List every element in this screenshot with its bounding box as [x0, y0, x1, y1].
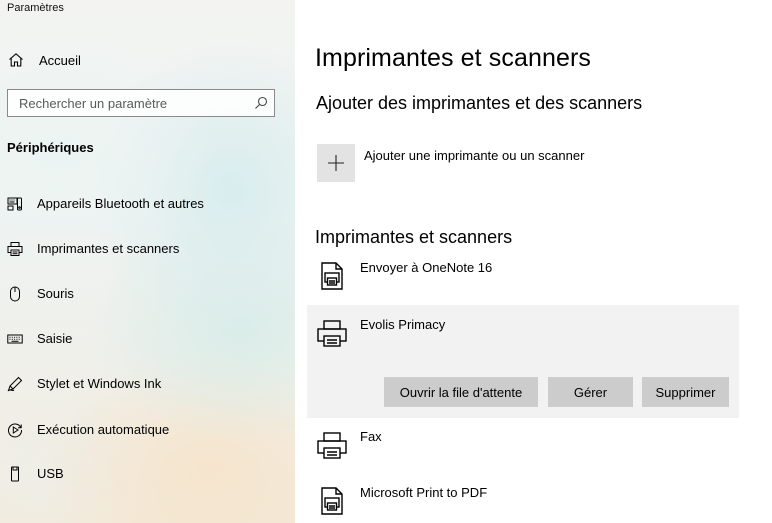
printer-item-pdf[interactable]: Microsoft Print to PDF: [307, 485, 739, 521]
add-tile[interactable]: [317, 144, 355, 182]
autoplay-icon: [7, 422, 23, 438]
printers-list-title: Imprimantes et scanners: [315, 227, 512, 248]
bluetooth-devices-icon: [7, 196, 23, 212]
manage-button[interactable]: Gérer: [548, 377, 633, 407]
page-title: Imprimantes et scanners: [315, 44, 591, 73]
printer-name: Evolis Primacy: [360, 317, 445, 332]
search-icon[interactable]: [254, 96, 268, 110]
home-nav-item[interactable]: Accueil: [0, 48, 295, 74]
home-icon: [8, 52, 24, 68]
sidebar-item-printers[interactable]: Imprimantes et scanners: [0, 234, 295, 264]
add-printer-button[interactable]: Ajouter une imprimante ou un scanner: [317, 144, 647, 182]
plus-icon: [327, 154, 345, 172]
open-queue-button[interactable]: Ouvrir la file d'attente: [384, 377, 538, 407]
home-label: Accueil: [39, 53, 81, 68]
add-printer-label: Ajouter une imprimante ou un scanner: [364, 148, 584, 163]
printer-item-evolis[interactable]: Evolis Primacy Ouvrir la file d'attente …: [307, 305, 739, 418]
printer-name: Envoyer à OneNote 16: [360, 260, 492, 275]
mouse-icon: [7, 286, 23, 302]
keyboard-icon: [7, 331, 23, 347]
sidebar-item-label: Exécution automatique: [37, 422, 169, 437]
sidebar-item-bluetooth[interactable]: Appareils Bluetooth et autres: [0, 189, 295, 219]
printer-item-onenote[interactable]: Envoyer à OneNote 16: [307, 260, 739, 300]
printer-icon: [316, 429, 348, 461]
pen-icon: [7, 376, 23, 392]
sidebar-item-usb[interactable]: USB: [0, 459, 295, 489]
printer-icon: [7, 241, 23, 257]
add-section-title: Ajouter des imprimantes et des scanners: [316, 93, 642, 114]
printer-name: Microsoft Print to PDF: [360, 485, 487, 500]
search-box[interactable]: [7, 89, 275, 117]
sidebar-item-label: Imprimantes et scanners: [37, 241, 179, 256]
sidebar: Paramètres Accueil Périphériques: [0, 0, 295, 523]
printer-icon: [316, 317, 348, 349]
printer-item-fax[interactable]: Fax: [307, 429, 739, 465]
sidebar-item-label: Stylet et Windows Ink: [37, 376, 161, 391]
sidebar-item-pen[interactable]: Stylet et Windows Ink: [0, 369, 295, 399]
printer-name: Fax: [360, 429, 382, 444]
usb-icon: [7, 466, 23, 482]
sidebar-item-label: Souris: [37, 286, 74, 301]
sidebar-item-label: Appareils Bluetooth et autres: [37, 196, 204, 211]
search-input[interactable]: [8, 90, 259, 116]
document-printer-icon: [316, 485, 348, 517]
sidebar-item-label: Saisie: [37, 331, 72, 346]
remove-button[interactable]: Supprimer: [642, 377, 729, 407]
app-title: Paramètres: [7, 2, 64, 14]
document-printer-icon: [316, 260, 348, 292]
main-content: Imprimantes et scanners Ajouter des impr…: [295, 0, 772, 523]
sidebar-item-label: USB: [37, 466, 64, 481]
sidebar-item-autoplay[interactable]: Exécution automatique: [0, 415, 295, 445]
sidebar-item-mouse[interactable]: Souris: [0, 279, 295, 309]
section-title: Périphériques: [7, 140, 94, 155]
sidebar-item-typing[interactable]: Saisie: [0, 324, 295, 354]
